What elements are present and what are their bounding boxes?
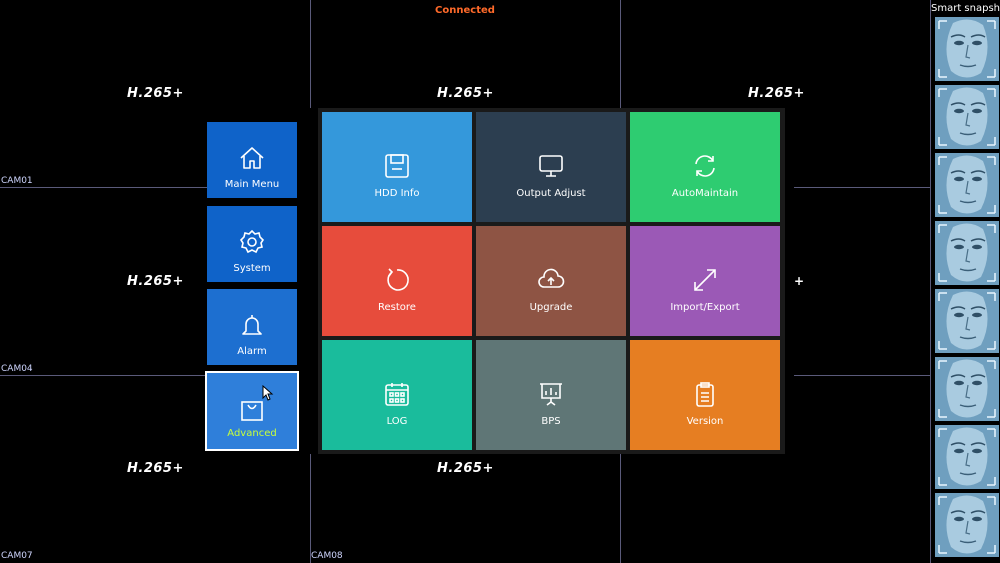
grid-line xyxy=(794,187,930,188)
tile-bps[interactable]: BPS xyxy=(476,340,626,450)
tile-restore[interactable]: Restore xyxy=(322,226,472,336)
tile-label: Import/Export xyxy=(670,302,740,313)
snapshot-thumbnail[interactable] xyxy=(935,153,999,217)
grid-line xyxy=(310,454,311,563)
camera-label: CAM04 xyxy=(1,364,33,374)
codec-label: H.265+ xyxy=(437,86,494,101)
monitor-icon xyxy=(476,152,626,182)
tile-label: Version xyxy=(686,416,724,427)
grid-line xyxy=(620,0,621,108)
tile-label: Output Adjust xyxy=(516,188,586,199)
codec-label: H.265+ xyxy=(437,461,494,476)
cloud-upload-icon xyxy=(476,266,626,296)
sidebar-item-main-menu[interactable]: Main Menu xyxy=(207,122,297,198)
presentation-chart-icon xyxy=(476,380,626,410)
codec-plus-mark: + xyxy=(794,274,805,288)
connection-status: Connected xyxy=(435,5,495,16)
tile-label: Restore xyxy=(378,302,416,313)
tile-hdd-info[interactable]: HDD Info xyxy=(322,112,472,222)
tile-label: HDD Info xyxy=(374,188,420,199)
snapshot-thumbnail[interactable] xyxy=(935,425,999,489)
tile-log[interactable]: LOG xyxy=(322,340,472,450)
codec-label: H.265+ xyxy=(127,461,184,476)
sidebar-item-advanced[interactable]: Advanced xyxy=(205,371,299,451)
snapshot-thumbnail[interactable] xyxy=(935,493,999,557)
snapshot-thumbnail[interactable] xyxy=(935,289,999,353)
tile-upgrade[interactable]: Upgrade xyxy=(476,226,626,336)
codec-label: H.265+ xyxy=(127,86,184,101)
grid-line xyxy=(794,375,930,376)
tile-output-adjust[interactable]: Output Adjust xyxy=(476,112,626,222)
codec-label: H.265+ xyxy=(127,274,184,289)
snapshot-thumbnail[interactable] xyxy=(935,221,999,285)
mouse-cursor-icon xyxy=(262,385,274,401)
sidebar-item-label: Advanced xyxy=(227,428,277,439)
tile-label: LOG xyxy=(386,416,408,427)
bell-icon xyxy=(207,311,297,341)
snapshot-thumbnail[interactable] xyxy=(935,17,999,81)
snapshot-thumbnail[interactable] xyxy=(935,85,999,149)
expand-arrows-icon xyxy=(630,266,780,296)
tile-import-export[interactable]: Import/Export xyxy=(630,226,780,336)
sidebar-item-system[interactable]: System xyxy=(207,206,297,282)
sidebar-item-label: System xyxy=(233,263,271,274)
floppy-disk-icon xyxy=(322,152,472,182)
camera-label: CAM07 xyxy=(1,551,33,561)
smart-snapshot-title: Smart snapshot xyxy=(931,3,1000,14)
clipboard-icon xyxy=(630,380,780,410)
camera-label: CAM08 xyxy=(311,551,343,561)
camera-label: CAM01 xyxy=(1,176,33,186)
grid-line xyxy=(0,187,207,188)
tile-label: Upgrade xyxy=(529,302,573,313)
restore-icon xyxy=(322,266,472,296)
grid-line xyxy=(930,0,931,563)
gear-icon xyxy=(207,228,297,258)
tile-label: BPS xyxy=(541,416,561,427)
codec-label: H.265+ xyxy=(748,86,805,101)
snapshot-thumbnail[interactable] xyxy=(935,357,999,421)
calendar-icon xyxy=(322,380,472,410)
bag-icon xyxy=(207,395,297,425)
sidebar-item-label: Alarm xyxy=(237,346,267,357)
grid-line xyxy=(310,0,311,108)
grid-line xyxy=(0,375,205,376)
tile-version[interactable]: Version xyxy=(630,340,780,450)
home-icon xyxy=(207,144,297,174)
refresh-icon xyxy=(630,152,780,182)
grid-line xyxy=(620,454,621,563)
advanced-panel: HDD Info Output Adjust AutoMaintain Rest… xyxy=(318,108,785,454)
tile-automaintain[interactable]: AutoMaintain xyxy=(630,112,780,222)
sidebar-item-label: Main Menu xyxy=(224,179,280,190)
sidebar-item-alarm[interactable]: Alarm xyxy=(207,289,297,365)
tile-label: AutoMaintain xyxy=(671,188,739,199)
